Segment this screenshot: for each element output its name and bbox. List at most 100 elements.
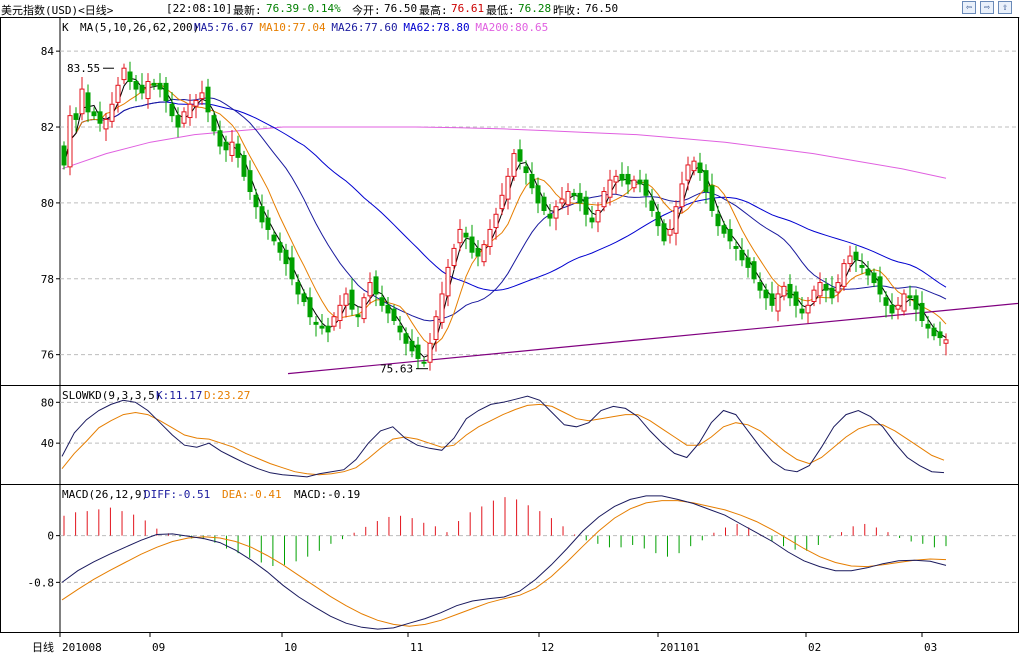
ma-label: MA(5,10,26,62,200) [80,21,199,34]
candle-body [91,111,97,117]
candle-body [271,234,277,242]
candle-body [583,196,589,215]
candle-body [409,340,415,352]
candle-body [121,67,127,81]
candle-body [103,118,109,130]
x-tick-label: 201101 [660,641,700,654]
x-tick-label: 09 [152,641,165,654]
candle-body [739,249,745,261]
candle-body [523,166,529,174]
latest-label: 最新: [233,4,262,17]
ma-value-0: MA5:76.67 [194,21,254,34]
candle-body [751,261,757,280]
candle-body [883,297,889,306]
candle-body [253,194,259,208]
y-tick-label: -0.8 [28,576,55,589]
candle-body [667,228,673,236]
candle-body [775,293,781,312]
candle-body [715,213,721,227]
instrument-title: 美元指数(USD)<日线> [1,4,114,17]
candle-body [529,173,535,189]
candle-body [913,295,919,310]
candle-body [763,289,769,299]
ma62-line [63,101,947,291]
candle-body [781,285,787,297]
candle-body [211,115,217,132]
candle-body [475,247,481,257]
y-tick-label: 82 [41,121,54,134]
candle-body [301,293,307,303]
arrow-up-icon[interactable]: ⇧ [998,1,1012,14]
candle-body [649,200,655,211]
candle-body [343,293,349,306]
candle-body [799,308,805,314]
candle-body [355,314,361,318]
candle-body [637,179,643,185]
candle-body [193,99,199,107]
change-pct: -0.14% [301,2,341,15]
arrow-right-icon[interactable]: ⇨ [980,1,994,14]
candle-body [265,217,271,230]
x-tick-label: 10 [284,641,297,654]
candle-body [349,289,355,310]
candle-body [853,251,859,261]
candle-body [289,257,295,280]
candle-body [157,82,163,90]
slowkd-d-line [61,403,945,476]
candle-body [127,71,133,82]
x-axis-corner-label: 日线 [32,640,54,654]
quote-time: [22:08:10] [166,2,233,15]
latest-value: 76.39 [266,2,300,15]
candle-body [571,192,577,196]
slowkd-d-value: D:23.27 [204,389,250,402]
candle-body [805,304,811,314]
candle-body [235,143,241,158]
y-tick-label: 84 [41,45,55,58]
candle-body [607,179,613,198]
candle-body [391,308,397,322]
candle-body [859,264,865,268]
y-tick-label: 78 [41,273,54,286]
ma-value-2: MA26:77.60 [331,21,397,34]
high-label: 最高: [419,4,448,17]
candle-body [217,130,223,147]
slowkd-k-line [61,395,945,478]
candle-body [631,179,637,189]
candle-body [553,206,559,219]
candle-body [661,223,667,242]
stock-chart[interactable]: 848280787683.5575.63K MA(5,10,26,62,200)M… [0,17,1020,654]
candle-body [151,82,157,86]
candle-body [655,211,661,227]
chart-frame [0,17,1019,633]
ma-value-3: MA62:78.80 [403,21,469,34]
candle-body [823,283,829,291]
quote-header: 美元指数(USD)<日线> [22:08:10] 最新: 76.39 -0.14… [0,0,1020,18]
candle-body [223,141,229,151]
price-indicator-label: K [62,21,69,34]
candle-body [511,153,517,177]
candle-body [931,327,937,337]
diff-line [61,495,947,630]
candle-body [505,175,511,200]
slowkd-k-value: K:11.17 [156,389,202,402]
arrow-left-icon[interactable]: ⇦ [962,1,976,14]
candle-body [643,179,649,196]
candle-body [877,276,883,295]
candle-body [733,246,739,249]
y-tick-label: 76 [41,349,54,362]
prev-close-label: 昨收: [553,4,582,17]
candle-body [169,103,175,117]
candle-body [481,244,487,263]
ma-value-4: MA200:80.65 [475,21,548,34]
candle-body [493,213,499,229]
candle-body [919,302,925,322]
y-tick-label: 0 [47,530,54,543]
x-tick-label: 201008 [62,641,102,654]
candle-body [241,154,247,177]
candle-body [565,191,571,206]
candle-body [541,196,547,211]
candle-body [487,228,493,248]
candle-body [709,185,715,211]
candle-body [79,88,85,115]
candle-body [757,282,763,291]
